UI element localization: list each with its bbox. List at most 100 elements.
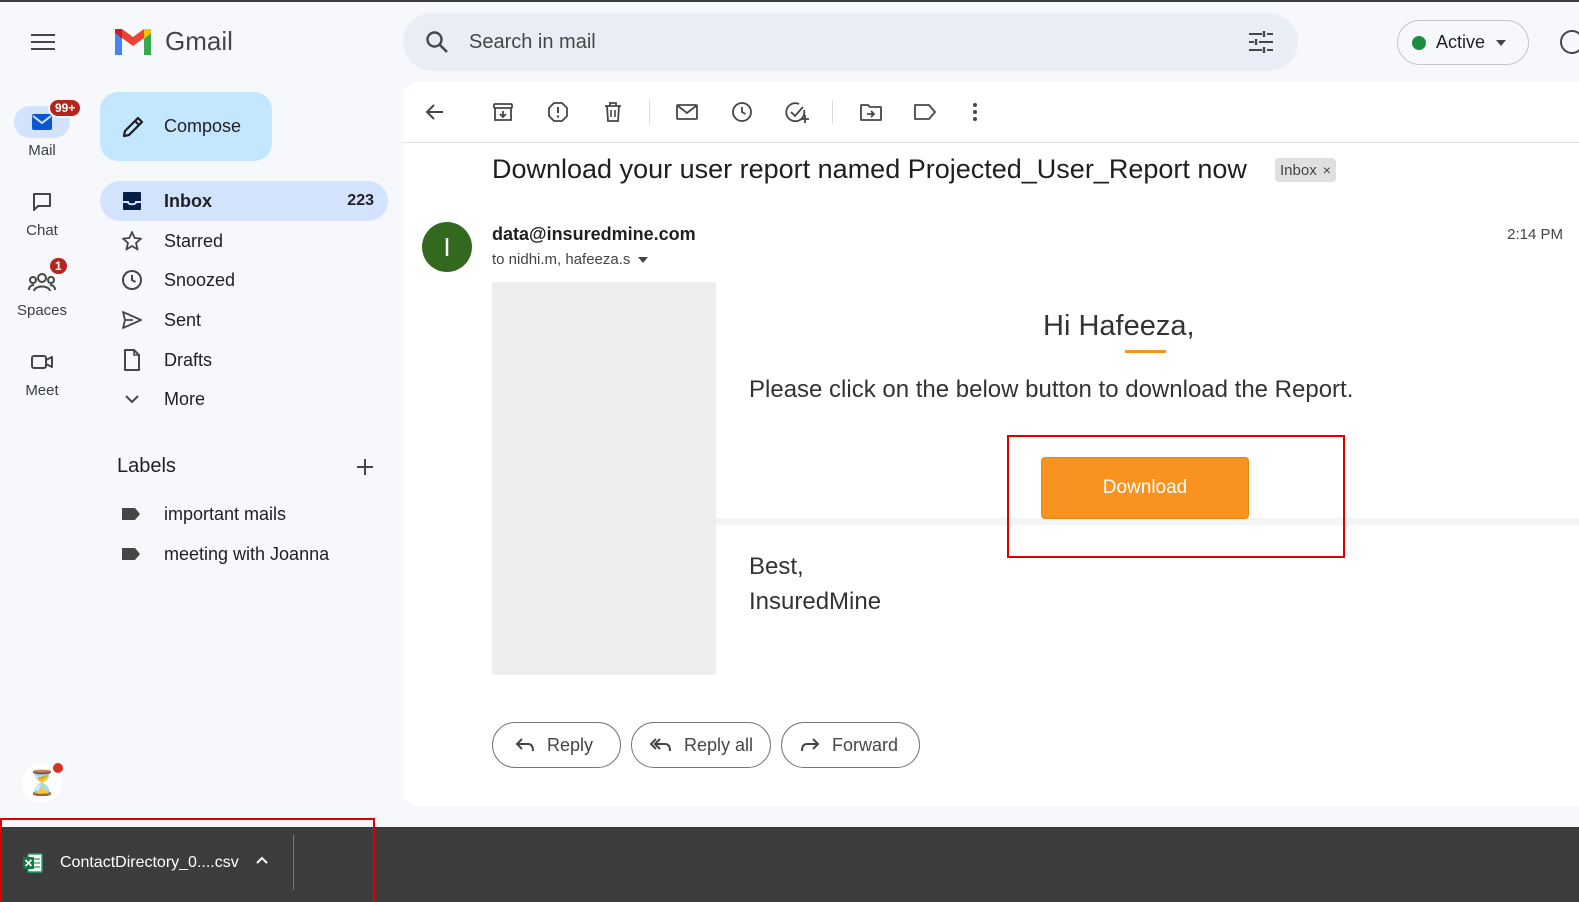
label-meeting-with-joanna[interactable]: meeting with Joanna — [120, 539, 329, 569]
arrow-left-icon — [425, 104, 443, 120]
label-tag-icon — [122, 548, 140, 560]
back-button[interactable] — [421, 98, 449, 126]
snooze-button[interactable] — [728, 98, 756, 126]
pencil-icon — [122, 116, 144, 137]
recipients: to nidhi.m, hafeeza.s — [492, 251, 649, 268]
highlight-box-download-item — [0, 818, 375, 902]
nav-item-starred[interactable]: Starred — [100, 221, 388, 261]
email-sign-off: Best, — [749, 553, 804, 580]
chevron-down-icon — [125, 395, 139, 404]
nav-item-snoozed[interactable]: Snoozed — [100, 260, 388, 300]
help-circle-icon — [1560, 30, 1579, 54]
greeting-underline — [1125, 350, 1166, 353]
toolbar-divider — [832, 100, 833, 124]
create-label-button[interactable] — [354, 456, 376, 478]
remove-label-icon[interactable]: × — [1323, 162, 1331, 178]
nav-item-more[interactable]: More — [100, 379, 388, 419]
rail-mail[interactable]: 99+ Mail — [0, 98, 84, 159]
rail-spaces-label: Spaces — [16, 302, 68, 319]
nav-label: More — [164, 388, 206, 409]
clock-icon — [122, 270, 142, 290]
mail-icon — [32, 114, 52, 130]
main-menu-button[interactable] — [30, 30, 56, 54]
spaces-unread-badge: 1 — [48, 256, 69, 276]
clock-icon — [732, 102, 752, 122]
email-signature: InsuredMine — [749, 588, 882, 615]
tune-icon — [1249, 31, 1273, 53]
gmail-logo[interactable]: Gmail — [113, 26, 233, 57]
report-spam-button[interactable] — [544, 98, 572, 126]
nav-label: Starred — [164, 230, 224, 251]
search-icon[interactable] — [425, 30, 449, 54]
rail-chat[interactable]: Chat — [0, 186, 84, 239]
reply-label: Reply — [547, 734, 594, 755]
label-tag-icon — [122, 508, 140, 520]
search-bar — [403, 13, 1298, 71]
archive-icon — [493, 103, 513, 121]
nav-item-inbox[interactable]: Inbox 223 — [100, 181, 388, 221]
plus-icon — [357, 459, 373, 475]
more-vert-icon — [973, 103, 977, 121]
reply-button[interactable]: Reply — [492, 722, 621, 768]
nav-label: Inbox — [164, 190, 212, 211]
inbox-label-chip[interactable]: Inbox × — [1275, 158, 1336, 182]
show-details-icon[interactable] — [638, 256, 649, 263]
forward-button[interactable]: Forward — [781, 722, 920, 768]
email-timestamp: 2:14 PM — [1507, 226, 1563, 243]
status-selector[interactable]: Active — [1397, 20, 1529, 65]
label-text: important mails — [164, 503, 287, 524]
move-to-button[interactable] — [857, 98, 885, 126]
highlight-box-download — [1007, 435, 1345, 558]
nav-item-sent[interactable]: Sent — [100, 300, 388, 340]
more-options-button[interactable] — [961, 98, 989, 126]
rail-meet[interactable]: Meet — [0, 346, 84, 399]
send-icon — [122, 311, 142, 329]
archive-button[interactable] — [489, 98, 517, 126]
reply-all-button[interactable]: Reply all — [631, 722, 771, 768]
nav-label: Drafts — [164, 349, 213, 370]
task-add-icon — [785, 102, 809, 123]
labels-button[interactable] — [911, 98, 939, 126]
mail-unread-badge: 99+ — [48, 98, 83, 118]
reply-all-icon — [650, 738, 671, 752]
label-important-mails[interactable]: important mails — [120, 499, 286, 529]
email-image-placeholder — [492, 282, 716, 675]
chat-icon — [33, 193, 51, 211]
reply-icon — [515, 738, 534, 752]
inbox-label-text: Inbox — [1280, 161, 1317, 179]
support-button[interactable] — [1559, 29, 1579, 55]
sender-avatar[interactable]: I — [422, 222, 472, 272]
menu-icon — [31, 34, 55, 50]
forward-label: Forward — [832, 734, 899, 755]
rail-spaces[interactable]: 1 Spaces — [0, 256, 84, 319]
gmail-m-icon — [115, 28, 151, 55]
gmail-wordmark: Gmail — [165, 26, 233, 56]
nav-item-drafts[interactable]: Drafts — [100, 340, 388, 380]
compose-button[interactable]: Compose — [100, 92, 272, 161]
email-greeting: Hi Hafeeza, — [1043, 310, 1195, 342]
rail-meet-label: Meet — [25, 382, 59, 399]
email-instruction: Please click on the below button to down… — [749, 376, 1354, 403]
mark-unread-button[interactable] — [673, 98, 701, 126]
inbox-count: 223 — [347, 192, 374, 209]
envelope-icon — [676, 104, 698, 120]
add-to-tasks-button[interactable] — [783, 98, 811, 126]
compose-label: Compose — [164, 116, 242, 136]
label-text: meeting with Joanna — [164, 543, 330, 564]
folder-move-icon — [860, 104, 882, 121]
search-options-button[interactable] — [1248, 30, 1274, 54]
label-outline-icon — [914, 104, 936, 120]
draft-file-icon — [124, 349, 140, 371]
rail-mail-label: Mail — [28, 142, 56, 159]
labels-heading: Labels — [117, 455, 176, 477]
nav-label: Sent — [164, 309, 202, 330]
status-label: Active — [1436, 32, 1486, 52]
search-input[interactable] — [469, 30, 1209, 54]
reply-all-label: Reply all — [684, 734, 754, 755]
sender-email[interactable]: data@insuredmine.com — [492, 224, 696, 245]
forward-icon — [801, 738, 820, 752]
toolbar-divider — [649, 100, 650, 124]
delete-button[interactable] — [599, 98, 627, 126]
rail-chat-label: Chat — [26, 222, 58, 239]
trash-icon — [605, 102, 621, 122]
